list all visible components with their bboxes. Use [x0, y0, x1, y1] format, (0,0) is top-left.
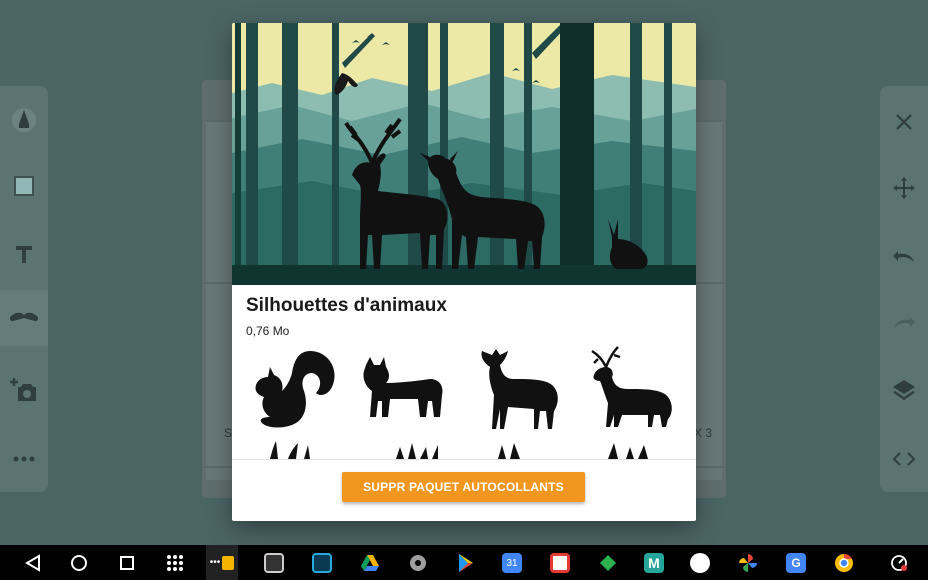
photos-icon[interactable]	[738, 553, 758, 573]
back-icon[interactable]	[20, 545, 46, 580]
sticker-preview-grid	[232, 341, 696, 459]
drive-icon[interactable]	[360, 553, 380, 573]
left-toolbar	[0, 86, 48, 492]
maps-icon[interactable]: M	[644, 553, 664, 573]
redo-icon[interactable]	[880, 294, 928, 350]
calendar-icon[interactable]: 31	[502, 553, 522, 573]
sticker-row2-2	[396, 443, 438, 459]
home-icon[interactable]	[66, 545, 92, 580]
pack-title: Silhouettes d'animaux	[246, 295, 447, 316]
sticker-row2-3	[498, 443, 520, 459]
play-store-icon[interactable]	[456, 553, 476, 573]
pen-icon[interactable]	[0, 92, 48, 148]
chrome-icon[interactable]	[834, 553, 854, 573]
pack-size: 0,76 Mo	[246, 324, 290, 338]
add-photo-icon[interactable]	[0, 362, 48, 418]
background-text-right: X 3	[694, 426, 713, 440]
stag-sticker[interactable]	[588, 345, 678, 429]
lynx-sticker[interactable]	[360, 357, 446, 423]
code-icon[interactable]	[880, 431, 928, 487]
voice-icon[interactable]	[690, 553, 710, 573]
pack-banner-image	[232, 23, 696, 285]
settings-icon[interactable]	[408, 553, 428, 573]
keep-icon[interactable]: •••	[206, 545, 238, 580]
close-icon[interactable]	[880, 94, 928, 150]
squirrel-sticker[interactable]	[250, 347, 338, 431]
more-icon[interactable]	[0, 431, 48, 487]
screen-icon[interactable]	[264, 553, 284, 573]
translate-icon[interactable]: G	[786, 553, 806, 573]
status-icon[interactable]	[884, 545, 914, 580]
sticker-row2-4	[608, 443, 648, 459]
app-drawer-icon[interactable]	[162, 545, 188, 580]
text-icon[interactable]	[0, 226, 48, 282]
delete-sticker-pack-button[interactable]: SUPPR PAQUET AUTOCOLLANTS	[342, 472, 585, 502]
undo-icon[interactable]	[880, 228, 928, 284]
system-navigation-bar: ••• 31 M G	[0, 545, 928, 580]
sticker-row2-1	[270, 441, 310, 459]
sticker-pack-dialog: Silhouettes d'animaux 0,76 Mo SUPPR PAQU…	[232, 23, 696, 521]
layers-icon[interactable]	[880, 362, 928, 418]
color-swatch-icon[interactable]	[0, 158, 48, 214]
slides-icon[interactable]	[550, 553, 570, 573]
mustache-icon[interactable]	[0, 290, 48, 346]
dialog-divider	[232, 459, 696, 460]
doe-sticker[interactable]	[478, 345, 562, 431]
feedly-icon[interactable]	[598, 553, 618, 573]
scan-icon[interactable]	[312, 553, 332, 573]
recents-icon[interactable]	[114, 545, 140, 580]
right-toolbar	[880, 86, 928, 492]
move-icon[interactable]	[880, 160, 928, 216]
